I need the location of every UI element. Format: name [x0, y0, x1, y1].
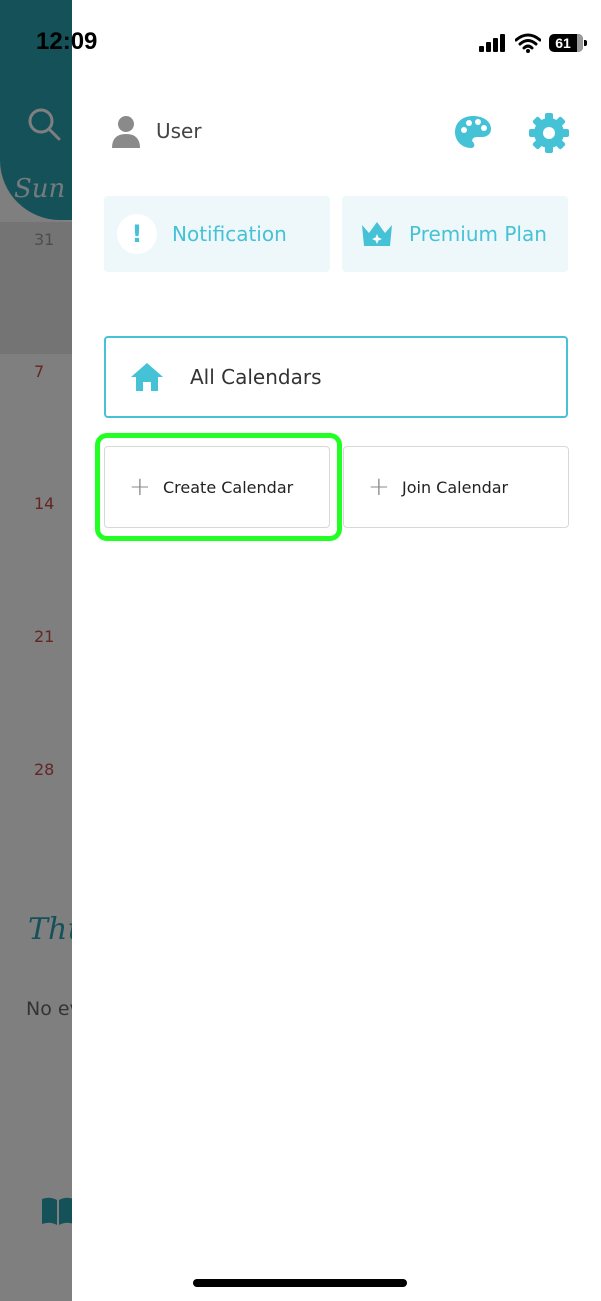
notification-label: Notification: [172, 222, 287, 246]
status-time: 12:09: [36, 28, 98, 55]
alert-icon: !: [117, 214, 157, 254]
all-calendars-button[interactable]: All Calendars: [104, 336, 568, 418]
user-icon: [112, 116, 140, 148]
notification-button[interactable]: ! Notification: [104, 196, 330, 272]
plus-icon: +: [368, 472, 390, 502]
highlight-box: [95, 433, 342, 541]
user-name: User: [156, 119, 202, 143]
join-calendar-label: Join Calendar: [402, 477, 509, 497]
join-calendar-button[interactable]: + Join Calendar: [343, 446, 569, 528]
home-indicator[interactable]: [193, 1279, 407, 1287]
palette-icon[interactable]: [454, 114, 492, 150]
crown-icon: [362, 222, 392, 246]
battery-indicator: 61: [549, 34, 587, 52]
cellular-signal-icon: [479, 34, 505, 52]
battery-level: 61: [555, 35, 571, 51]
wifi-icon: [515, 33, 541, 53]
user-profile[interactable]: User: [110, 114, 202, 148]
premium-plan-label: Premium Plan: [409, 222, 547, 246]
battery-empty-segment: [577, 34, 583, 52]
status-icons: 61: [479, 33, 587, 53]
home-icon: [131, 363, 163, 391]
premium-plan-button[interactable]: Premium Plan: [342, 196, 568, 272]
gear-icon[interactable]: [528, 112, 570, 154]
all-calendars-label: All Calendars: [190, 365, 322, 389]
